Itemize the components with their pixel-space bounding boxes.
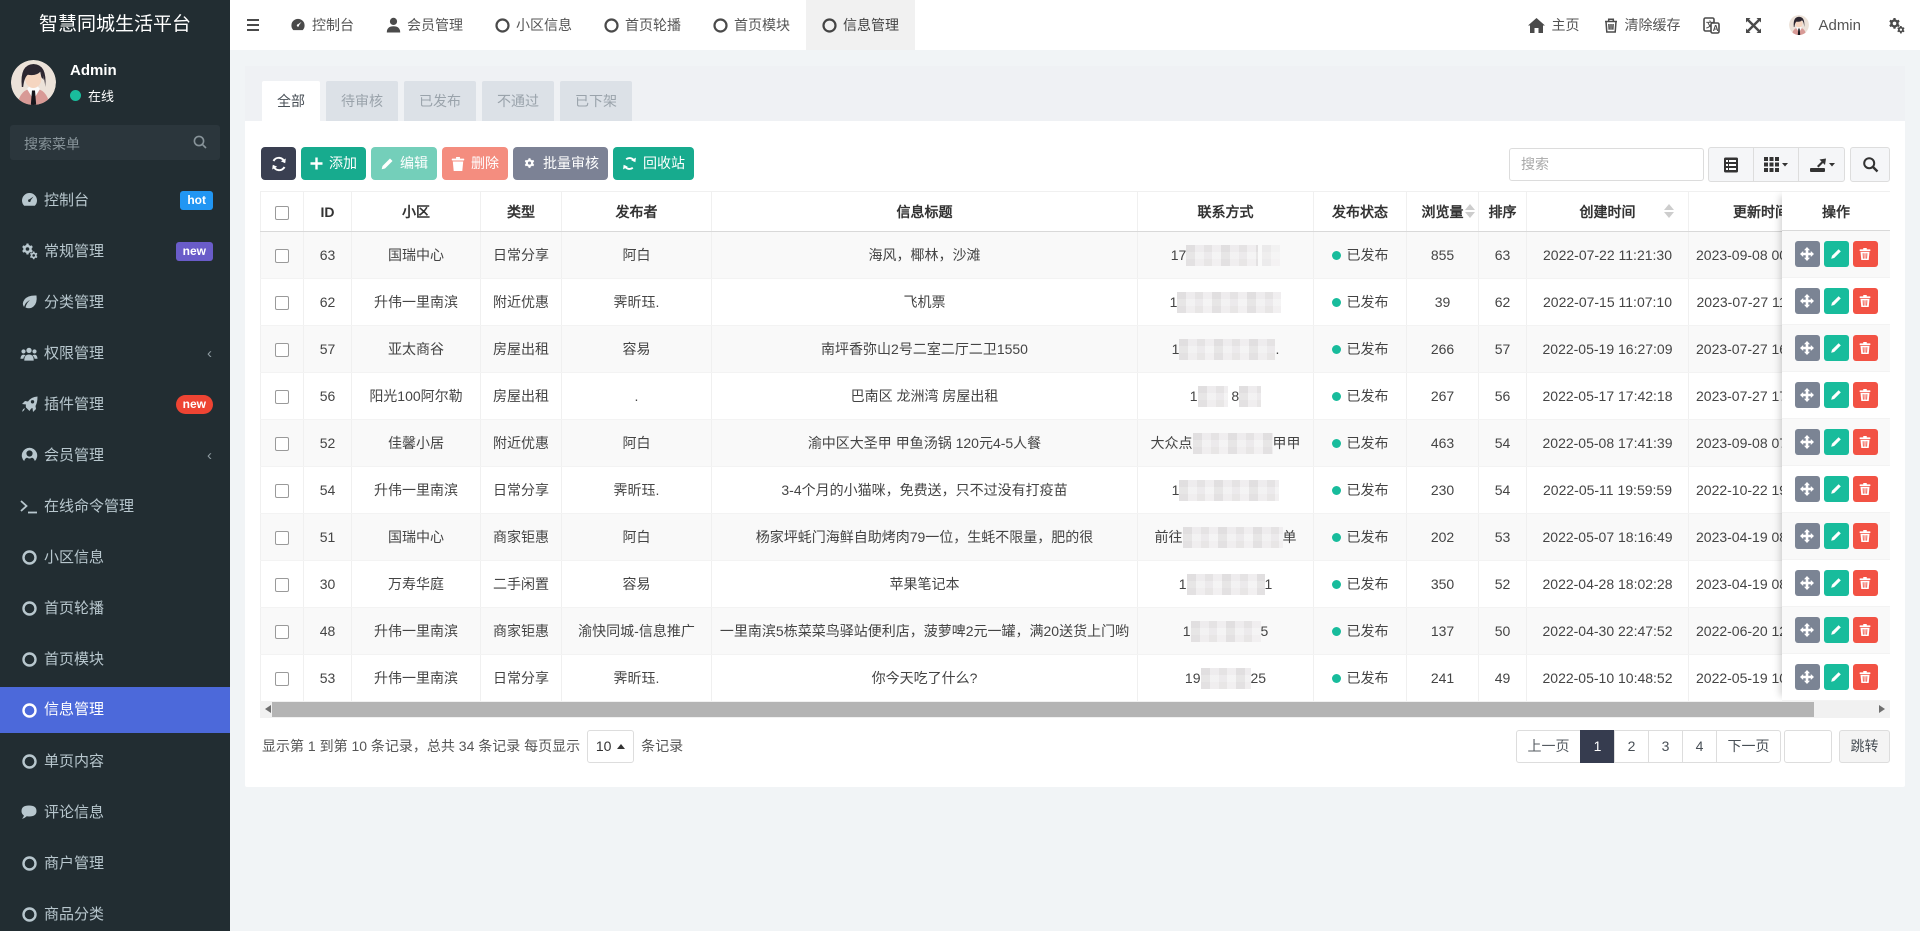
svg-text:A: A	[1713, 24, 1719, 33]
